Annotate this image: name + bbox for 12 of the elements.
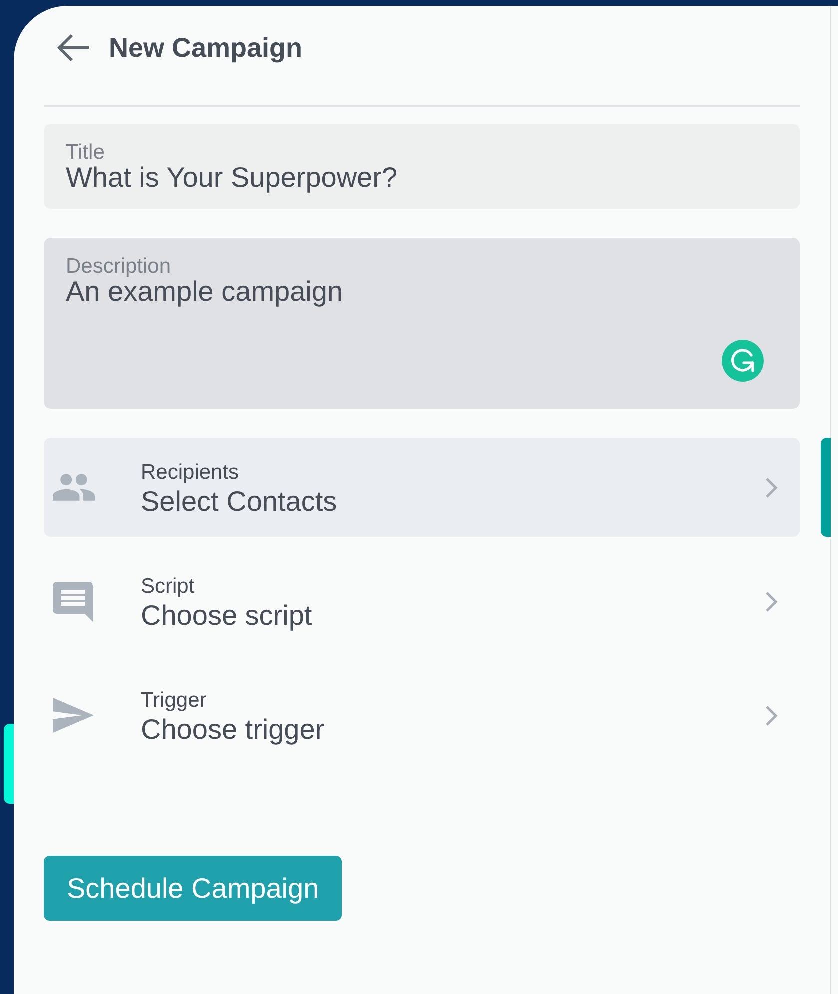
title-field[interactable]: Title What is Your Superpower? bbox=[44, 124, 800, 209]
people-icon bbox=[53, 474, 95, 501]
message-icon bbox=[53, 582, 93, 622]
description-field[interactable]: Description An example campaign bbox=[44, 238, 800, 409]
option-row[interactable]: Script Choose script bbox=[44, 552, 800, 651]
chevron-right-icon bbox=[765, 590, 778, 612]
page-title: New Campaign bbox=[109, 32, 303, 64]
send-icon bbox=[53, 698, 94, 733]
chevron-right-icon bbox=[765, 704, 778, 726]
option-row[interactable]: Trigger Choose trigger bbox=[44, 666, 800, 765]
arrow-left-icon[interactable] bbox=[56, 33, 90, 63]
chevron-right-icon bbox=[765, 476, 778, 498]
